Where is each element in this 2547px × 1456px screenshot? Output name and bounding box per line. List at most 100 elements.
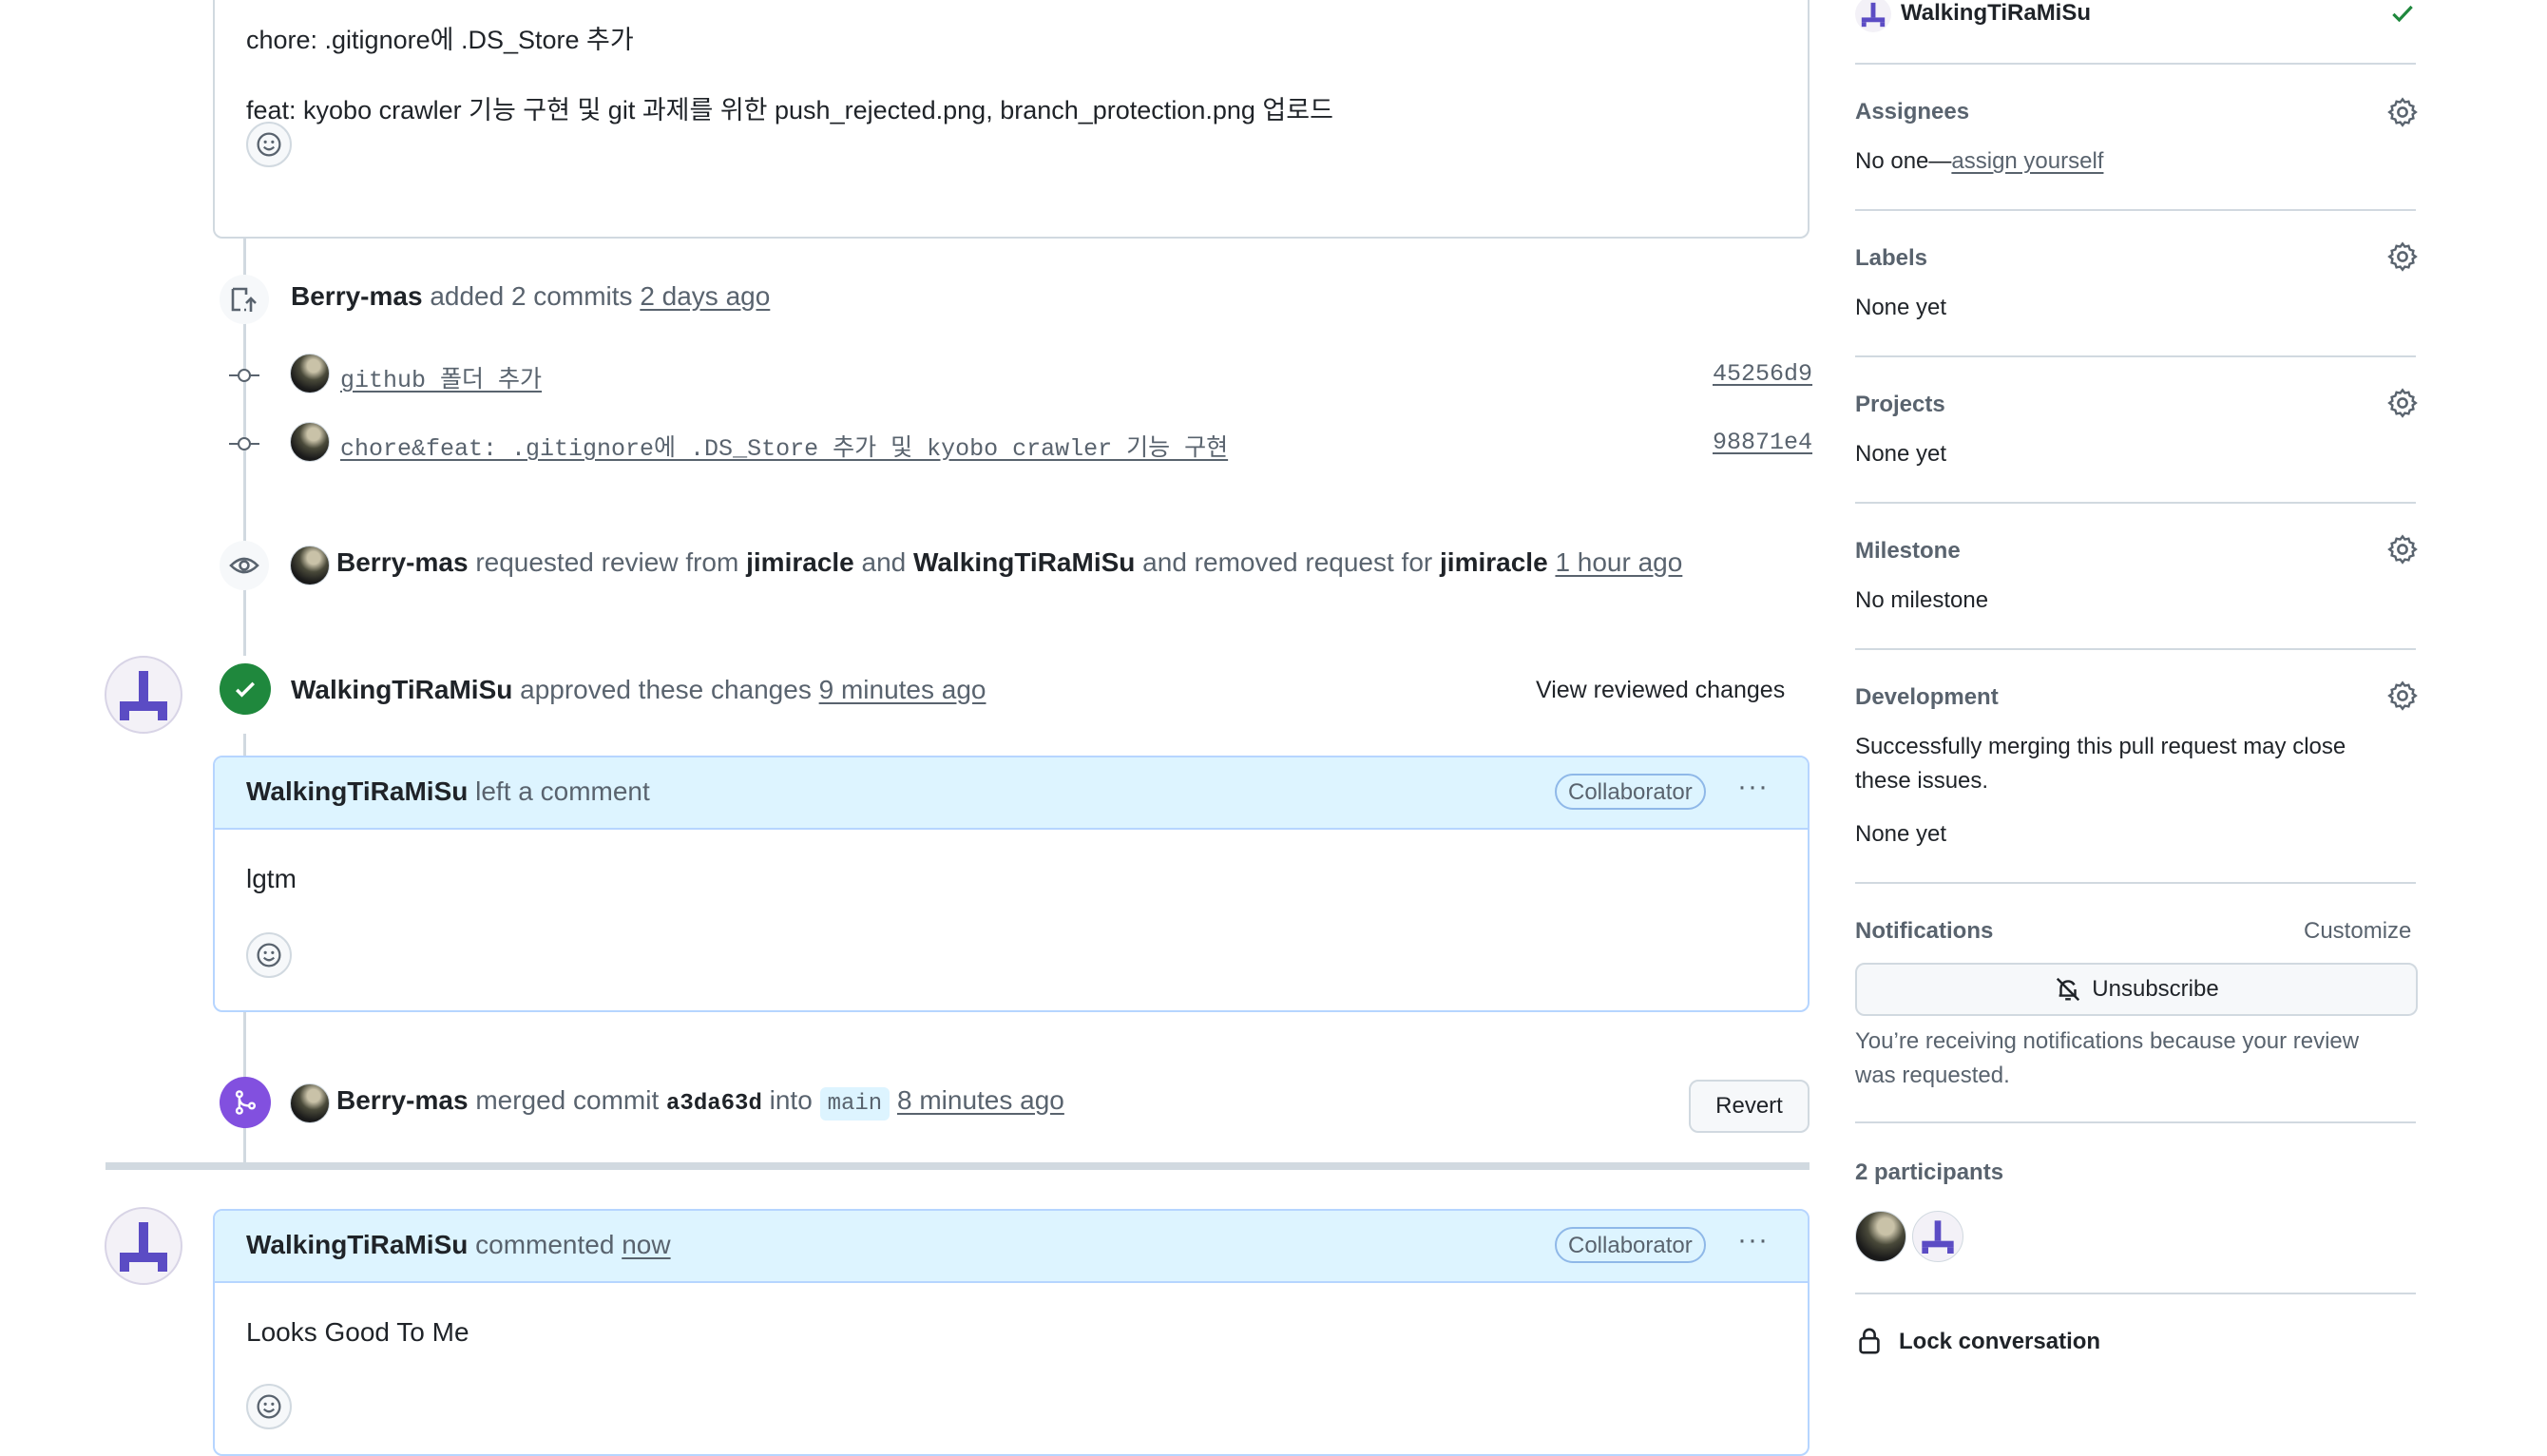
- event-author[interactable]: WalkingTiRaMiSu: [291, 675, 512, 704]
- development-description: Successfully merging this pull request m…: [1855, 734, 2346, 759]
- assignees-title: Assignees: [1855, 99, 1970, 125]
- commit-message-link[interactable]: chore&feat: .gitignore에 .DS_Store 추가 및 k…: [340, 429, 1228, 463]
- event-time-link[interactable]: 9 minutes ago: [819, 675, 986, 704]
- merge-commit-link[interactable]: a3da63d: [666, 1091, 762, 1117]
- labels-value: None yet: [1855, 295, 1947, 320]
- review-request-text: Berry-mas requested review from jimiracl…: [336, 547, 1683, 577]
- avatar[interactable]: [290, 354, 330, 393]
- sidebar-divider: [1855, 1121, 2416, 1123]
- timeline-line: [243, 1137, 246, 1165]
- commit-icon: [229, 369, 259, 382]
- comment-body: Looks Good To Me: [246, 1317, 469, 1347]
- add-reaction-button[interactable]: [246, 122, 292, 167]
- development-title: Development: [1855, 684, 1999, 710]
- sidebar-divider: [1855, 355, 2416, 357]
- add-reaction-button[interactable]: [246, 932, 292, 978]
- avatar[interactable]: [290, 422, 330, 462]
- comment-header: WalkingTiRaMiSu commented now Collaborat…: [215, 1211, 1808, 1283]
- comment-options-button[interactable]: ···: [1737, 771, 1769, 803]
- reviewer-name[interactable]: WalkingTiRaMiSu: [1901, 0, 2091, 27]
- sidebar-divider: [1855, 648, 2416, 650]
- commit-message-link[interactable]: github 폴더 추가: [340, 360, 542, 394]
- event-author[interactable]: Berry-mas: [291, 281, 423, 311]
- branch-label[interactable]: main: [819, 1087, 890, 1121]
- gear-icon[interactable]: [2387, 241, 2418, 272]
- event-author[interactable]: Berry-mas: [336, 1085, 469, 1115]
- merge-text: Berry-mas merged commit a3da63d into mai…: [336, 1085, 1064, 1121]
- sidebar-divider: [1855, 882, 2416, 884]
- commit-icon: [229, 437, 259, 450]
- gear-icon[interactable]: [2387, 97, 2418, 127]
- reviewer-avatar[interactable]: [1855, 0, 1891, 32]
- projects-value: None yet: [1855, 441, 1947, 467]
- collaborator-badge: Collaborator: [1555, 1227, 1706, 1263]
- customize-link[interactable]: Customize: [2304, 918, 2411, 945]
- comment-body: lgtm: [246, 864, 297, 893]
- user-link[interactable]: jimiracle: [1440, 547, 1548, 577]
- gear-icon[interactable]: [2387, 388, 2418, 418]
- avatar[interactable]: [105, 1207, 182, 1285]
- notifications-reason: was requested.: [1855, 1063, 2010, 1088]
- avatar[interactable]: [105, 656, 182, 734]
- check-icon: [2392, 5, 2413, 23]
- comment-author[interactable]: WalkingTiRaMiSu: [246, 776, 468, 806]
- gear-icon[interactable]: [2387, 534, 2418, 565]
- event-action: added 2 commits: [430, 281, 633, 311]
- comment-author[interactable]: WalkingTiRaMiSu: [246, 1230, 468, 1259]
- commits-event-text: Berry-mas added 2 commits 2 days ago: [291, 281, 770, 312]
- collaborator-badge: Collaborator: [1555, 774, 1706, 810]
- participant-avatar[interactable]: [1912, 1211, 1963, 1262]
- revert-button[interactable]: Revert: [1689, 1080, 1810, 1133]
- smiley-icon: [257, 132, 281, 157]
- review-comment-box: WalkingTiRaMiSu left a comment Collabora…: [213, 756, 1810, 1012]
- comment-options-button[interactable]: ···: [1737, 1224, 1769, 1256]
- development-value: None yet: [1855, 821, 1947, 847]
- eye-icon: [220, 541, 269, 590]
- sidebar-divider: [1855, 209, 2416, 211]
- description-line: feat: kyobo crawler 기능 구현 및 git 과제를 위한 p…: [246, 96, 1333, 125]
- gear-icon[interactable]: [2387, 680, 2418, 711]
- view-reviewed-changes-link[interactable]: View reviewed changes: [1536, 677, 1785, 704]
- pr-description-box: chore: .gitignore에 .DS_Store 추가 feat: ky…: [213, 0, 1810, 239]
- comment-header-text: WalkingTiRaMiSu left a comment: [246, 776, 650, 806]
- milestone-title: Milestone: [1855, 538, 1961, 564]
- push-event-icon: [220, 275, 269, 324]
- lock-conversation-link[interactable]: Lock conversation: [1899, 1329, 2100, 1355]
- labels-title: Labels: [1855, 245, 1928, 271]
- assignees-value: No one—assign yourself: [1855, 148, 2104, 174]
- commit-sha-link[interactable]: 98871e4: [1713, 429, 1812, 456]
- description-line: chore: .gitignore에 .DS_Store 추가: [246, 26, 634, 54]
- lock-icon: [1859, 1328, 1880, 1354]
- avatar[interactable]: [290, 1083, 330, 1123]
- commit-sha-link[interactable]: 45256d9: [1713, 360, 1812, 388]
- event-time-link[interactable]: 1 hour ago: [1555, 547, 1682, 577]
- add-reaction-button[interactable]: [246, 1384, 292, 1429]
- milestone-value: No milestone: [1855, 587, 1989, 613]
- user-link[interactable]: WalkingTiRaMiSu: [913, 547, 1135, 577]
- participants-title: 2 participants: [1855, 1159, 2004, 1185]
- sidebar-divider: [1855, 502, 2416, 504]
- development-description: these issues.: [1855, 768, 1989, 794]
- avatar[interactable]: [290, 546, 330, 585]
- user-link[interactable]: jimiracle: [746, 547, 854, 577]
- assign-yourself-link[interactable]: assign yourself: [1951, 148, 2103, 174]
- event-time-link[interactable]: 2 days ago: [640, 281, 770, 311]
- notifications-title: Notifications: [1855, 918, 1994, 944]
- sidebar-divider: [1855, 63, 2416, 65]
- event-author[interactable]: Berry-mas: [336, 547, 469, 577]
- event-time-link[interactable]: 8 minutes ago: [897, 1085, 1064, 1115]
- unsubscribe-button[interactable]: Unsubscribe: [1855, 963, 2418, 1016]
- notifications-reason: You’re receiving notifications because y…: [1855, 1028, 2360, 1054]
- sidebar-divider: [1855, 1293, 2416, 1294]
- comment-header-text: WalkingTiRaMiSu commented now: [246, 1230, 671, 1259]
- new-comment-box: WalkingTiRaMiSu commented now Collaborat…: [213, 1209, 1810, 1456]
- comment-time-link[interactable]: now: [622, 1230, 670, 1259]
- merge-icon: [220, 1077, 271, 1128]
- participant-avatar[interactable]: [1855, 1211, 1906, 1262]
- timeline-separator: [105, 1162, 1810, 1170]
- projects-title: Projects: [1855, 392, 1945, 417]
- approval-text: WalkingTiRaMiSu approved these changes 9…: [291, 675, 986, 704]
- bell-slash-icon: [2057, 977, 2080, 1002]
- smiley-icon: [257, 943, 281, 967]
- smiley-icon: [257, 1394, 281, 1419]
